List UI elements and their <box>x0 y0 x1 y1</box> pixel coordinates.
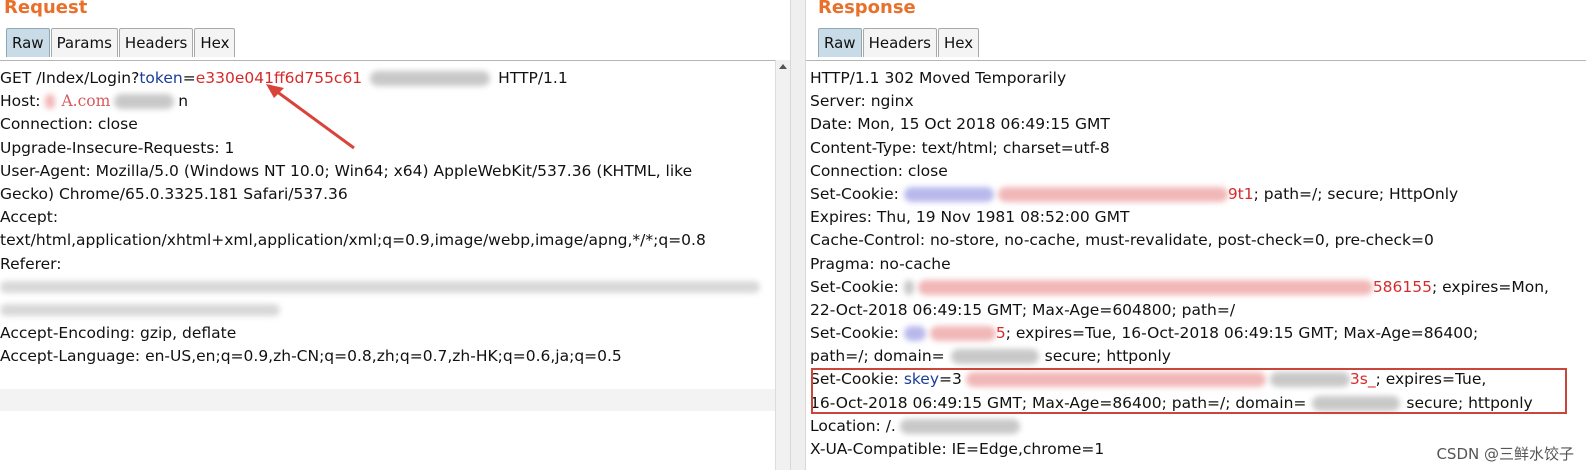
request-line-accept-value: text/html,application/xhtml+xml,applicat… <box>0 231 706 250</box>
equals-sign: = <box>182 69 196 87</box>
redacted-cookie-2b <box>917 279 1373 295</box>
redacted-host <box>114 94 175 110</box>
request-line-ua-2: Gecko) Chrome/65.0.3325.181 Safari/537.3… <box>0 184 348 203</box>
request-line-ua-1: User-Agent: Mozilla/5.0 (Windows NT 10.0… <box>0 161 693 180</box>
redacted-referer-1 <box>0 281 760 294</box>
response-title: Response <box>818 0 916 18</box>
redacted-cookie-1b <box>997 186 1228 202</box>
skey-highlight-box <box>811 368 1567 414</box>
request-line-referer: Referer: <box>0 254 62 273</box>
cookie-fragment: 5 <box>995 324 1006 343</box>
cookie-fragment: 9t1 <box>1227 184 1254 203</box>
request-tab-raw[interactable]: Raw <box>6 28 50 57</box>
cookie-label: Set-Cookie: <box>810 184 904 203</box>
response-line-date: Date: Mon, 15 Oct 2018 06:49:15 GMT <box>810 115 1110 134</box>
request-line-connection: Connection: close <box>0 115 138 134</box>
redacted-token <box>370 71 491 86</box>
response-line-cookie-3: Set-Cookie: 5; expires=Tue, 16-Oct-2018 … <box>810 322 1586 345</box>
request-title: Request <box>4 0 88 18</box>
request-line-referer-redacted-2 <box>0 299 776 322</box>
response-line-connection: Connection: close <box>810 161 948 180</box>
location-label: Location: /. <box>810 416 896 435</box>
request-tab-params[interactable]: Params <box>50 28 118 57</box>
response-line-status: HTTP/1.1 302 Moved Temporarily <box>810 69 1067 87</box>
request-line-upgrade: Upgrade-Insecure-Requests: 1 <box>0 138 235 157</box>
request-line-referer-redacted-1 <box>0 276 776 299</box>
request-tabs: Raw Params Headers Hex <box>6 28 236 58</box>
cookie-label: Set-Cookie: <box>810 324 904 343</box>
request-line-get: GET /Index/Login?token=e330e041ff6d755c6… <box>0 67 776 90</box>
host-label: Host: <box>0 92 46 111</box>
request-tab-headers[interactable]: Headers <box>118 28 194 57</box>
response-line-cache-control: Cache-Control: no-store, no-cache, must-… <box>810 231 1434 250</box>
token-param: token <box>139 69 183 87</box>
cookie-flags: secure; httponly <box>1044 347 1171 366</box>
csdn-watermark: CSDN @三鲜水饺子 <box>1436 445 1574 463</box>
request-tab-hex[interactable]: Hex <box>194 28 236 57</box>
redacted-cookie-3a <box>903 326 926 342</box>
response-tab-hex[interactable]: Hex <box>938 28 980 57</box>
domain-label: path=/; domain= <box>810 347 945 366</box>
redacted-referer-2 <box>0 304 280 317</box>
cookie-tail: ; expires=Mon, <box>1431 277 1549 296</box>
host-tail: n <box>178 92 189 111</box>
annotation-arrow-icon <box>266 84 355 150</box>
request-scrollbar[interactable] <box>775 60 790 470</box>
response-tab-raw[interactable]: Raw <box>818 28 862 57</box>
scroll-up-arrow-icon[interactable] <box>779 64 787 69</box>
response-line-location: Location: /. <box>810 415 1586 438</box>
response-line-cookie-1: Set-Cookie: 9t1; path=/; secure; HttpOnl… <box>810 183 1586 206</box>
panel-divider[interactable] <box>790 0 806 470</box>
response-line-pragma: Pragma: no-cache <box>810 254 951 273</box>
response-line-cookie-3-cont: path=/; domain= secure; httponly <box>810 345 1586 368</box>
cookie-label: Set-Cookie: <box>810 277 904 296</box>
request-line-encoding: Accept-Encoding: gzip, deflate <box>0 324 237 343</box>
response-line-cookie-2-cont: 22-Oct-2018 06:49:15 GMT; Max-Age=604800… <box>810 300 1236 319</box>
cookie-tail: ; expires=Tue, 16-Oct-2018 06:49:15 GMT;… <box>1005 324 1479 343</box>
empty-line-band <box>0 389 776 411</box>
redacted-cookie-3b <box>929 326 996 342</box>
host-value: A.com <box>61 92 111 111</box>
request-panel: Request Raw Params Headers Hex GET /Inde… <box>0 0 790 470</box>
response-tab-headers[interactable]: Headers <box>862 28 937 57</box>
response-panel: Response Raw Headers Hex HTTP/1.1 302 Mo… <box>806 0 1586 470</box>
cookie-fragment: 586155 <box>1372 277 1432 296</box>
redacted-domain <box>950 349 1039 365</box>
cookie-tail: ; path=/; secure; HttpOnly <box>1253 184 1459 203</box>
request-editor[interactable]: GET /Index/Login?token=e330e041ff6d755c6… <box>0 60 776 470</box>
response-tabs: Raw Headers Hex <box>818 28 980 58</box>
request-line-host: Host: A.com n <box>0 90 776 113</box>
redacted-cookie-1a <box>903 186 994 202</box>
request-line-language: Accept-Language: en-US,en;q=0.9,zh-CN;q=… <box>0 347 622 366</box>
redacted-host-prefix <box>45 94 56 110</box>
response-line-server: Server: nginx <box>810 92 914 111</box>
redacted-cookie-2a <box>903 279 914 295</box>
response-line-content-type: Content-Type: text/html; charset=utf-8 <box>810 138 1110 157</box>
response-line-expires: Expires: Thu, 19 Nov 1981 08:52:00 GMT <box>810 208 1130 227</box>
request-line-accept-label: Accept: <box>0 208 59 227</box>
request-method: GET /Index/Login? <box>0 69 140 87</box>
response-line-cookie-2: Set-Cookie: 586155; expires=Mon, <box>810 276 1586 299</box>
response-editor[interactable]: HTTP/1.1 302 Moved Temporarily Server: n… <box>806 60 1586 470</box>
http-version: HTTP/1.1 <box>498 69 568 87</box>
redacted-location <box>899 418 1020 434</box>
